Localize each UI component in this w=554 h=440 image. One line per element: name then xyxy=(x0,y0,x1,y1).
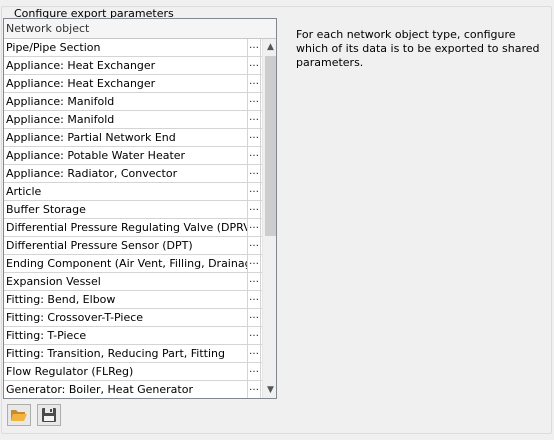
scroll-up-icon[interactable]: ▲ xyxy=(263,39,276,55)
row-label[interactable]: Appliance: Manifold xyxy=(4,111,248,128)
grid-rows: Pipe/Pipe Section… Appliance: Heat Exchan… xyxy=(4,39,262,398)
row-label[interactable]: Generator: Boiler, Heat Generator xyxy=(4,381,248,398)
row-edit-button[interactable]: … xyxy=(248,39,261,56)
row-edit-button[interactable]: … xyxy=(248,165,261,182)
table-row[interactable]: Appliance: Manifold… xyxy=(4,111,262,129)
save-button[interactable] xyxy=(37,404,61,426)
row-label[interactable]: Fitting: T-Piece xyxy=(4,327,248,344)
row-label[interactable]: Fitting: Transition, Reducing Part, Fitt… xyxy=(4,345,248,362)
vertical-scrollbar[interactable]: ▲ ▼ xyxy=(262,39,276,398)
row-label[interactable]: Appliance: Potable Water Heater xyxy=(4,147,248,164)
row-label[interactable]: Fitting: Crossover-T-Piece xyxy=(4,309,248,326)
table-row[interactable]: Appliance: Potable Water Heater… xyxy=(4,147,262,165)
row-label[interactable]: Appliance: Manifold xyxy=(4,93,248,110)
row-label[interactable]: Appliance: Heat Exchanger xyxy=(4,75,248,92)
table-row[interactable]: Pipe/Pipe Section… xyxy=(4,39,262,57)
scroll-up-glyph: ▲ xyxy=(267,42,274,52)
row-label[interactable]: Differential Pressure Sensor (DPT) xyxy=(4,237,248,254)
row-edit-button[interactable]: … xyxy=(248,309,261,326)
row-label[interactable]: Differential Pressure Regulating Valve (… xyxy=(4,219,248,236)
table-row[interactable]: Expansion Vessel… xyxy=(4,273,262,291)
row-edit-button[interactable]: … xyxy=(248,327,261,344)
row-edit-button[interactable]: … xyxy=(248,201,261,218)
row-edit-button[interactable]: … xyxy=(248,345,261,362)
table-row[interactable]: Article… xyxy=(4,183,262,201)
table-row[interactable]: Fitting: Bend, Elbow… xyxy=(4,291,262,309)
row-edit-button[interactable]: … xyxy=(248,75,261,92)
row-label[interactable]: Article xyxy=(4,183,248,200)
table-row[interactable]: Appliance: Heat Exchanger… xyxy=(4,75,262,93)
table-row[interactable]: Buffer Storage… xyxy=(4,201,262,219)
table-row[interactable]: Differential Pressure Sensor (DPT)… xyxy=(4,237,262,255)
table-row[interactable]: Fitting: T-Piece… xyxy=(4,327,262,345)
row-edit-button[interactable]: … xyxy=(248,111,261,128)
floppy-disk-icon xyxy=(42,408,56,422)
row-label[interactable]: Fitting: Bend, Elbow xyxy=(4,291,248,308)
column-header-network-object[interactable]: Network object xyxy=(4,19,276,39)
scroll-down-glyph: ▼ xyxy=(267,385,274,395)
open-button[interactable] xyxy=(7,404,31,426)
table-row[interactable]: Differential Pressure Regulating Valve (… xyxy=(4,219,262,237)
network-object-grid[interactable]: Network object Pipe/Pipe Section… Applian… xyxy=(3,18,277,399)
row-label[interactable]: Expansion Vessel xyxy=(4,273,248,290)
row-edit-button[interactable]: … xyxy=(248,183,261,200)
folder-open-icon xyxy=(11,410,27,421)
table-row[interactable]: Appliance: Heat Exchanger… xyxy=(4,57,262,75)
table-row[interactable]: Fitting: Transition, Reducing Part, Fitt… xyxy=(4,345,262,363)
table-row[interactable]: Ending Component (Air Vent, Filling, Dra… xyxy=(4,255,262,273)
row-label[interactable]: Flow Regulator (FLReg) xyxy=(4,363,248,380)
scroll-thumb[interactable] xyxy=(265,56,276,236)
row-edit-button[interactable]: … xyxy=(248,57,261,74)
table-row[interactable]: Appliance: Radiator, Convector… xyxy=(4,165,262,183)
row-edit-button[interactable]: … xyxy=(248,129,261,146)
row-edit-button[interactable]: … xyxy=(248,219,261,236)
row-edit-button[interactable]: … xyxy=(248,381,261,398)
table-row[interactable]: Generator: Boiler, Heat Generator… xyxy=(4,381,262,398)
table-row[interactable]: Appliance: Partial Network End… xyxy=(4,129,262,147)
row-label[interactable]: Appliance: Partial Network End xyxy=(4,129,248,146)
row-edit-button[interactable]: … xyxy=(248,273,261,290)
row-edit-button[interactable]: … xyxy=(248,255,261,272)
row-edit-button[interactable]: … xyxy=(248,363,261,380)
table-row[interactable]: Flow Regulator (FLReg)… xyxy=(4,363,262,381)
description-text: For each network object type, configure … xyxy=(296,28,540,69)
table-row[interactable]: Appliance: Manifold… xyxy=(4,93,262,111)
row-edit-button[interactable]: … xyxy=(248,147,261,164)
row-label[interactable]: Appliance: Heat Exchanger xyxy=(4,57,248,74)
row-label[interactable]: Pipe/Pipe Section xyxy=(4,39,248,56)
row-label[interactable]: Ending Component (Air Vent, Filling, Dra… xyxy=(4,255,248,272)
row-edit-button[interactable]: … xyxy=(248,93,261,110)
row-edit-button[interactable]: … xyxy=(248,237,261,254)
row-edit-button[interactable]: … xyxy=(248,291,261,308)
row-label[interactable]: Buffer Storage xyxy=(4,201,248,218)
scroll-down-icon[interactable]: ▼ xyxy=(263,382,276,398)
table-row[interactable]: Fitting: Crossover-T-Piece… xyxy=(4,309,262,327)
row-label[interactable]: Appliance: Radiator, Convector xyxy=(4,165,248,182)
